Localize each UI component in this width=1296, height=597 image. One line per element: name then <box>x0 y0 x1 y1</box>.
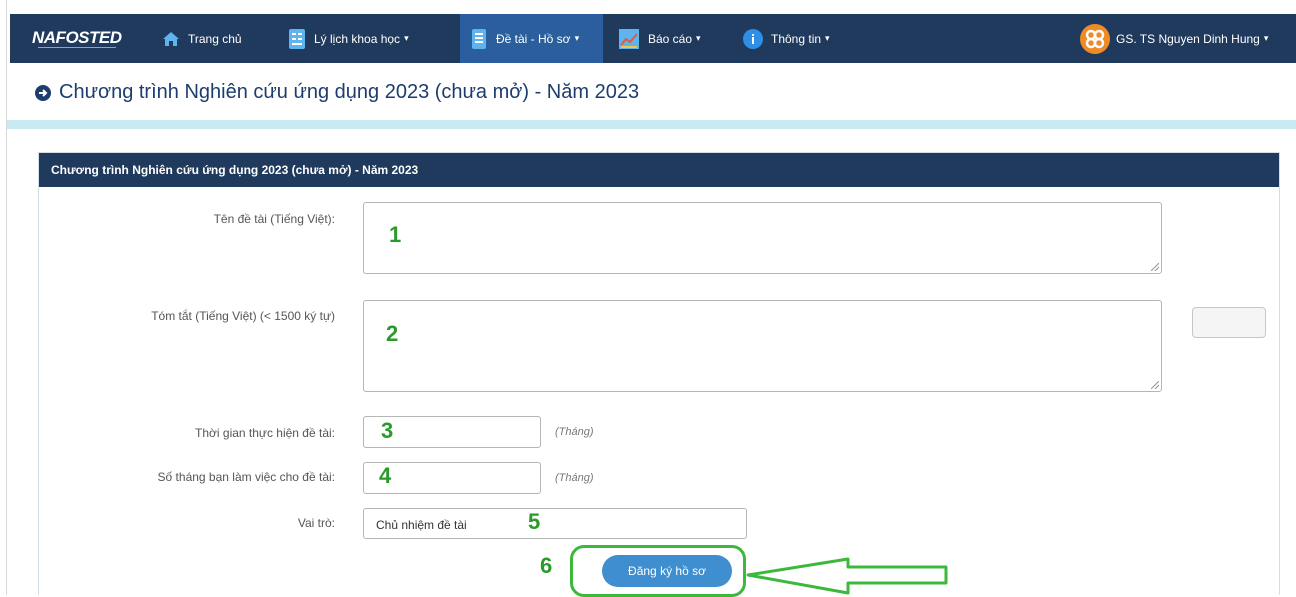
arrow-right-circle-icon <box>35 84 51 101</box>
nav-report-label: Báo cáo <box>648 31 693 46</box>
role-label: Vai trò: <box>297 516 335 530</box>
nav-project[interactable]: Đề tài - Hồ sơ ▾ <box>460 14 603 63</box>
annotation-4: 4 <box>379 463 392 488</box>
nav-info-label: Thông tin <box>771 31 822 46</box>
chevron-down-icon: ▾ <box>825 33 830 43</box>
resize-handle-icon[interactable] <box>1151 263 1159 271</box>
annotation-2: 2 <box>386 321 399 346</box>
chevron-down-icon: ▾ <box>1263 33 1269 43</box>
role-select-value: Chủ nhiệm đề tài <box>376 518 467 532</box>
logo-underline <box>38 47 116 51</box>
nav-user-menu[interactable]: GS. TS Nguyen Dinh Hung ▾ <box>1080 14 1268 63</box>
top-navbar: NAFOSTED Trang chủ Lý lịch khoa học ▾ Đề… <box>10 14 1296 63</box>
user-avatar-icon <box>1080 23 1110 54</box>
nav-info[interactable]: Thông tin ▾ <box>743 14 830 63</box>
duration-unit: (Tháng) <box>555 426 594 438</box>
summary-label: Tóm tắt (Tiếng Việt) (< 1500 ký tự) <box>151 309 335 323</box>
document-icon <box>470 28 488 50</box>
title-divider <box>7 120 1296 129</box>
panel-header: Chương trình Nghiên cứu ứng dụng 2023 (c… <box>39 153 1279 187</box>
months-label: Số tháng bạn làm việc cho đề tài: <box>157 470 335 484</box>
annotation-5: 5 <box>528 509 541 534</box>
annotation-1: 1 <box>389 222 402 247</box>
document-list-icon <box>288 28 306 50</box>
title-vi-label: Tên đề tài (Tiếng Việt): <box>213 212 335 226</box>
chart-report-icon <box>618 28 640 50</box>
home-icon <box>162 28 180 50</box>
info-icon <box>743 28 763 49</box>
annotation-6: 6 <box>540 553 553 578</box>
chevron-down-icon: ▾ <box>696 33 701 43</box>
summary-textarea[interactable] <box>363 300 1162 392</box>
nav-report[interactable]: Báo cáo ▾ <box>618 14 701 63</box>
register-dossier-button[interactable]: Đăng ký hồ sơ <box>602 555 732 587</box>
months-unit: (Tháng) <box>555 472 594 484</box>
nav-cv[interactable]: Lý lịch khoa học ▾ <box>288 14 409 63</box>
page-title: Chương trình Nghiên cứu ứng dụng 2023 (c… <box>35 81 639 104</box>
char-counter-box <box>1192 307 1266 338</box>
title-vi-textarea[interactable] <box>363 202 1162 274</box>
chevron-down-icon: ▾ <box>574 33 580 43</box>
nav-cv-label: Lý lịch khoa học <box>314 31 401 46</box>
duration-label: Thời gian thực hiện đề tài: <box>195 426 335 440</box>
resize-handle-icon[interactable] <box>1151 381 1159 389</box>
chevron-down-icon: ▾ <box>404 33 409 43</box>
page-title-text: Chương trình Nghiên cứu ứng dụng 2023 (c… <box>59 81 640 103</box>
user-name: GS. TS Nguyen Dinh Hung <box>1116 31 1260 46</box>
pointer-arrow-icon <box>746 557 948 595</box>
annotation-3: 3 <box>381 418 394 443</box>
nafosted-logo[interactable]: NAFOSTED <box>32 28 122 48</box>
nav-home-label: Trang chủ <box>188 31 242 46</box>
nav-project-label: Đề tài - Hồ sơ <box>496 31 571 46</box>
role-select[interactable]: Chủ nhiệm đề tài <box>363 508 747 539</box>
nav-home[interactable]: Trang chủ <box>162 14 242 63</box>
